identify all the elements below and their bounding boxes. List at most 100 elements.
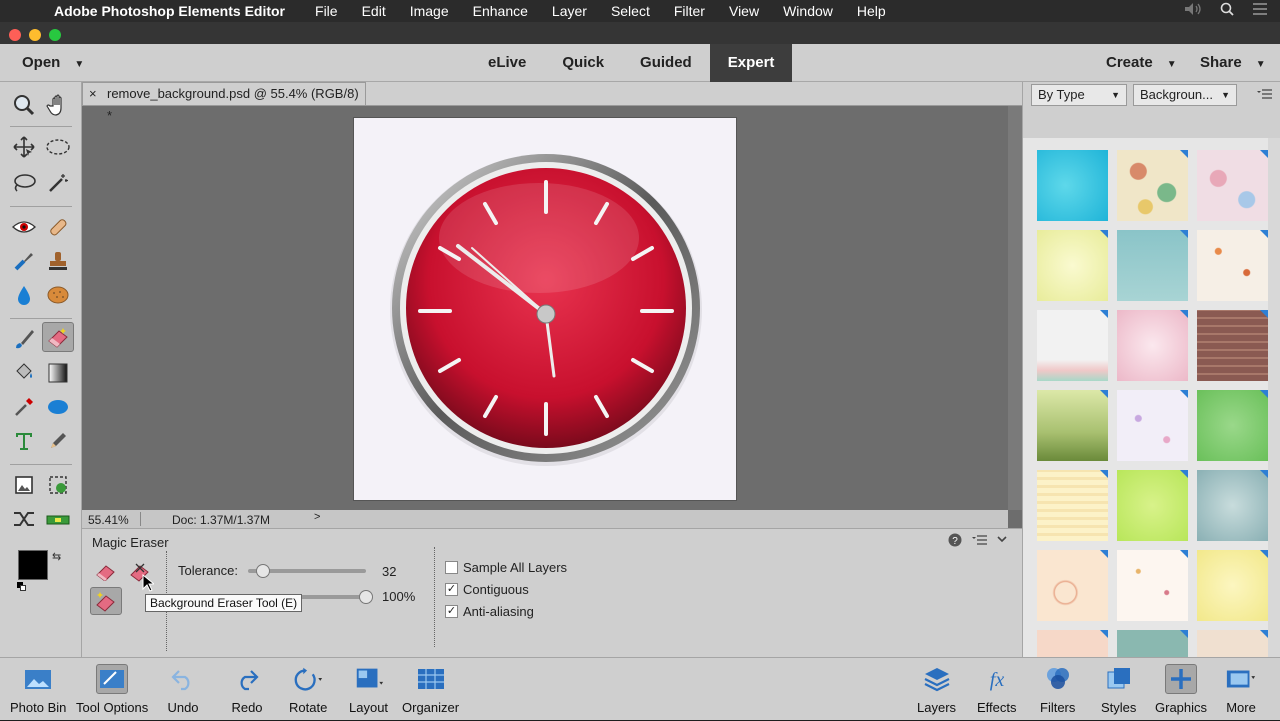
opacity-value[interactable]: 100% [382, 589, 415, 604]
menu-window[interactable]: Window [783, 3, 833, 19]
effects-button[interactable]: fx Effects [977, 658, 1017, 721]
quick-selection-tool[interactable] [42, 168, 74, 198]
search-icon[interactable] [1220, 2, 1234, 16]
brush-tool[interactable] [8, 324, 40, 354]
menu-layer[interactable]: Layer [552, 3, 587, 19]
chevron-down-icon[interactable] [996, 534, 1008, 544]
photo-bin-button[interactable]: Photo Bin [10, 658, 66, 721]
thumbnail[interactable] [1117, 150, 1188, 221]
graphics-button[interactable]: Graphics [1155, 658, 1207, 721]
contiguous-checkbox[interactable]: ✓ [445, 583, 458, 596]
organizer-button[interactable]: Organizer [402, 658, 459, 721]
more-button[interactable]: More [1225, 658, 1257, 721]
hand-tool[interactable] [42, 90, 74, 120]
zoom-tool[interactable] [8, 90, 40, 120]
layers-button[interactable]: Layers [917, 658, 956, 721]
thumbnail[interactable] [1197, 550, 1268, 621]
open-button[interactable]: Open ▼ [22, 54, 84, 71]
thumbnail[interactable] [1037, 150, 1108, 221]
tab-guided[interactable]: Guided [622, 44, 710, 82]
thumbnail[interactable] [1197, 150, 1268, 221]
red-eye-tool[interactable] [8, 212, 40, 242]
styles-button[interactable]: Styles [1101, 658, 1136, 721]
crop-tool[interactable] [8, 470, 40, 500]
app-name[interactable]: Adobe Photoshop Elements Editor [40, 3, 285, 19]
recompose-tool[interactable] [42, 470, 74, 500]
help-icon[interactable]: ? [948, 533, 962, 547]
thumbnail[interactable] [1197, 230, 1268, 301]
foreground-color-swatch[interactable] [18, 550, 48, 580]
panel-menu-icon[interactable] [972, 534, 988, 546]
thumbnail[interactable] [1117, 390, 1188, 461]
sponge-tool[interactable] [42, 280, 74, 310]
straighten-tool[interactable] [8, 504, 40, 534]
menu-file[interactable]: File [315, 3, 338, 19]
thumbnail[interactable] [1117, 230, 1188, 301]
eraser-tool[interactable] [42, 322, 74, 352]
menu-select[interactable]: Select [611, 3, 650, 19]
menu-enhance[interactable]: Enhance [473, 3, 528, 19]
magic-eraser-tool-option[interactable] [90, 587, 122, 615]
zoom-level[interactable]: 55.41% [88, 513, 129, 527]
thumbnail[interactable] [1117, 550, 1188, 621]
chevron-right-icon[interactable]: > [314, 511, 320, 523]
swap-colors-icon[interactable]: ⇆ [52, 550, 61, 563]
smart-brush-tool[interactable] [8, 246, 40, 276]
document-tab[interactable]: × remove_background.psd @ 55.4% (RGB/8) … [82, 82, 366, 123]
list-icon[interactable] [1252, 2, 1268, 16]
paint-bucket-tool[interactable] [8, 358, 40, 388]
content-aware-move-tool[interactable] [42, 504, 74, 534]
sample-all-layers-checkbox[interactable] [445, 561, 458, 574]
rotate-button[interactable]: Rotate [289, 658, 327, 721]
tolerance-slider-knob[interactable] [256, 564, 271, 578]
thumbnail[interactable] [1197, 470, 1268, 541]
panel-menu-icon[interactable] [1257, 88, 1273, 100]
move-tool[interactable] [8, 132, 40, 162]
layout-button[interactable]: Layout [349, 658, 388, 721]
thumbnail[interactable] [1117, 470, 1188, 541]
eyedropper-tool[interactable] [8, 392, 40, 422]
thumbnail[interactable] [1037, 390, 1108, 461]
anti-aliasing-checkbox[interactable]: ✓ [445, 605, 458, 618]
undo-button[interactable]: Undo [167, 658, 199, 721]
pencil-tool[interactable] [42, 426, 74, 456]
share-button[interactable]: Share ▼ [1200, 54, 1266, 71]
tab-quick[interactable]: Quick [544, 44, 622, 82]
blur-tool[interactable] [8, 280, 40, 310]
thumbnail[interactable] [1117, 630, 1188, 657]
gradient-tool[interactable] [42, 358, 74, 388]
opacity-slider-knob[interactable] [359, 590, 373, 604]
minimize-window-button[interactable] [29, 29, 41, 41]
thumbnail[interactable] [1037, 550, 1108, 621]
create-button[interactable]: Create ▼ [1106, 54, 1177, 71]
thumbnail[interactable] [1037, 310, 1108, 381]
menu-view[interactable]: View [729, 3, 759, 19]
clone-stamp-tool[interactable] [42, 246, 74, 276]
thumbnail[interactable] [1197, 310, 1268, 381]
menu-filter[interactable]: Filter [674, 3, 705, 19]
filter-by-dropdown[interactable]: By Type ▼ [1031, 84, 1127, 106]
close-icon[interactable]: × [89, 83, 97, 105]
thumbnail[interactable] [1117, 310, 1188, 381]
thumbnail[interactable] [1037, 470, 1108, 541]
menu-help[interactable]: Help [857, 3, 886, 19]
eraser-tool-option[interactable] [90, 557, 122, 585]
tolerance-value[interactable]: 32 [382, 564, 396, 579]
menu-image[interactable]: Image [410, 3, 449, 19]
tab-expert[interactable]: Expert [709, 44, 793, 82]
volume-icon[interactable] [1184, 2, 1202, 16]
category-dropdown[interactable]: Backgroun... ▼ [1133, 84, 1237, 106]
filters-button[interactable]: Filters [1040, 658, 1075, 721]
tool-options-button[interactable]: Tool Options [76, 658, 148, 721]
default-colors-icon[interactable] [17, 582, 27, 592]
menu-edit[interactable]: Edit [362, 3, 386, 19]
thumbnail[interactable] [1037, 630, 1108, 657]
shape-tool[interactable] [42, 392, 74, 422]
thumbnail[interactable] [1037, 230, 1108, 301]
panel-scrollbar[interactable] [1268, 138, 1280, 657]
lasso-tool[interactable] [8, 168, 40, 198]
document-scrollbar[interactable] [1008, 106, 1022, 510]
close-window-button[interactable] [9, 29, 21, 41]
marquee-tool[interactable] [42, 132, 74, 162]
maximize-window-button[interactable] [49, 29, 61, 41]
